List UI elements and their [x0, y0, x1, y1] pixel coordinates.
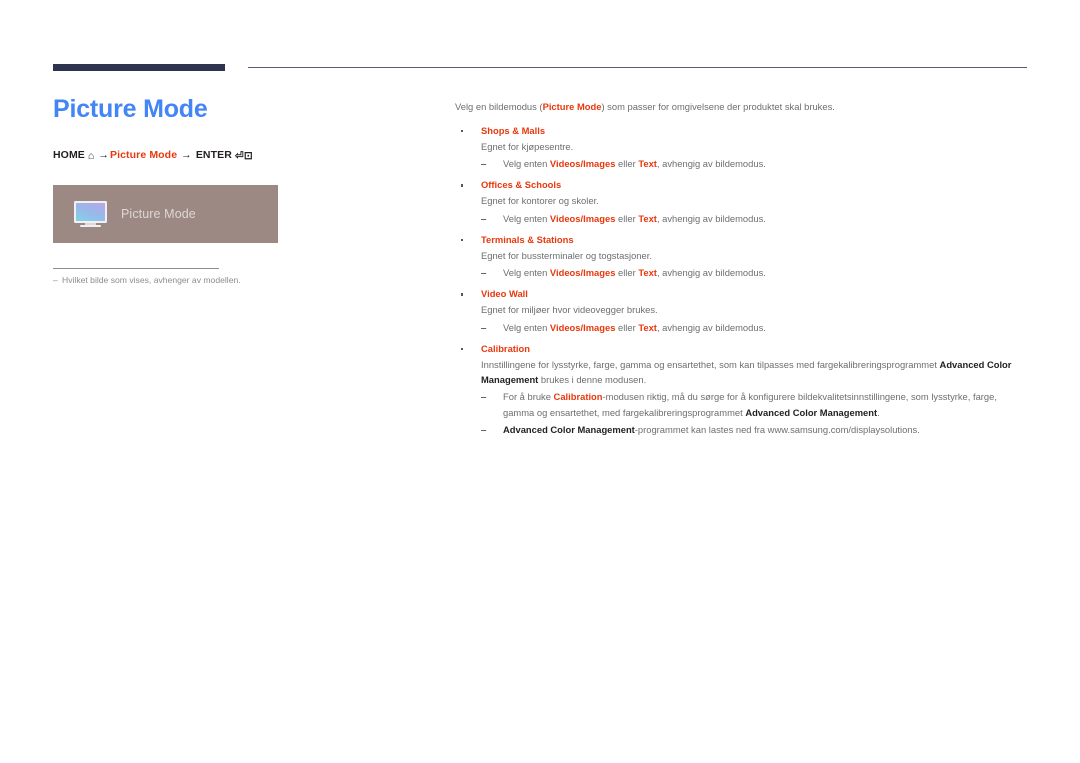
- subnote-term-2: Text: [638, 212, 657, 224]
- subnote-dash: ‒: [481, 157, 487, 169]
- page-title: Picture Mode: [53, 95, 208, 123]
- intro-before: Velg en bildemodus (: [455, 101, 543, 112]
- subnote-mid: eller: [615, 267, 639, 279]
- item-title-text: Terminals & Stations: [481, 233, 574, 245]
- subnote-dash: ‒: [481, 391, 487, 403]
- item-title: Offices & Schools: [455, 178, 1030, 192]
- sub1-part1: For å bruke: [503, 391, 554, 403]
- item-subnote: ‒ Velg enten Videos/Images eller Text, av…: [455, 320, 1030, 335]
- sub1-term: Calibration: [553, 391, 603, 403]
- note-block: ‒ Hvilket bilde som vises, avhenger av mo…: [53, 268, 353, 285]
- enter-key-icon: ⏎⊡: [231, 149, 253, 162]
- list-item: Shops & Malls Egnet for kjøpesentre. ‒ Ve…: [455, 124, 1030, 172]
- subnote-dash: ‒: [481, 321, 487, 333]
- note-dash: ‒: [53, 275, 58, 285]
- subnote-mid: eller: [615, 157, 639, 169]
- subnote-mid: eller: [615, 321, 639, 333]
- bullet-icon: [461, 129, 464, 132]
- subnote-term-1: Videos/Images: [549, 157, 616, 169]
- bullet-icon: [461, 293, 464, 296]
- subnote-tail: , avhengig av bildemodus.: [656, 157, 766, 169]
- subnote-mid: eller: [615, 212, 639, 224]
- subnote-tail: , avhengig av bildemodus.: [656, 267, 766, 279]
- item-subnote: ‒ Velg enten Videos/Images eller Text, av…: [455, 265, 1030, 280]
- subnote-tail: , avhengig av bildemodus.: [656, 321, 766, 333]
- sub1-bold: Advanced Color Management: [745, 406, 878, 418]
- item-title: Terminals & Stations: [455, 233, 1030, 247]
- home-icon: ⌂: [84, 149, 98, 162]
- subnote-term-1: Videos/Images: [549, 267, 616, 279]
- subnote-lead: Velg enten: [503, 267, 550, 279]
- left-column: Picture Mode HOME ⌂ →Picture Mode → ENTE…: [53, 95, 413, 285]
- item-description: Egnet for miljøer hvor videovegger bruke…: [481, 304, 658, 316]
- intro-after: ) som passer for omgivelsene der produkt…: [601, 101, 835, 112]
- item-title: Shops & Malls: [455, 124, 1030, 138]
- sub2-bold: Advanced Color Management: [503, 423, 635, 435]
- manual-page: Picture Mode HOME ⌂ →Picture Mode → ENTE…: [0, 0, 1080, 763]
- item-title: Video Wall: [455, 287, 1030, 301]
- calibration-description: Innstillingene for lysstyrke, farge, gam…: [455, 357, 1030, 387]
- osd-screenshot: Picture Mode: [53, 185, 278, 243]
- breadcrumb-enter-label: ENTER: [195, 148, 232, 161]
- bullet-icon: [461, 347, 464, 351]
- subnote-dash: ‒: [481, 212, 487, 224]
- list-item: Terminals & Stations Egnet for busstermi…: [455, 233, 1030, 281]
- subnote-lead: Velg enten: [503, 321, 550, 333]
- subnote-term-2: Text: [638, 321, 657, 333]
- subnote-dash: ‒: [481, 423, 487, 435]
- breadcrumb-arrow-2: →: [181, 148, 192, 161]
- sub1-part3: .: [877, 406, 880, 418]
- item-title: Calibration: [455, 342, 1030, 356]
- subnote-dash: ‒: [481, 267, 487, 279]
- item-title-text: Offices & Schools: [481, 179, 562, 191]
- breadcrumb: HOME ⌂ →Picture Mode → ENTER ⏎⊡: [53, 149, 413, 162]
- item-description: Egnet for bussterminaler og togstasjoner…: [481, 249, 652, 261]
- calibration-subnote-1: ‒ For å bruke Calibration-modusen riktig,…: [455, 389, 1030, 419]
- item-description: Egnet for kjøpesentre.: [481, 140, 574, 152]
- monitor-icon: [74, 200, 107, 228]
- item-title-text: Shops & Malls: [481, 124, 546, 136]
- subnote-term-1: Videos/Images: [549, 321, 616, 333]
- breadcrumb-current: Picture Mode: [110, 148, 178, 161]
- intro-term: Picture Mode: [542, 101, 602, 112]
- subnote-term-2: Text: [638, 157, 657, 169]
- subnote-tail: , avhengig av bildemodus.: [656, 212, 766, 224]
- list-item: Video Wall Egnet for miljøer hvor videov…: [455, 287, 1030, 335]
- right-column: Velg en bildemodus (Picture Mode) som pa…: [455, 100, 1030, 444]
- intro-paragraph: Velg en bildemodus (Picture Mode) som pa…: [455, 100, 1030, 115]
- header-rule-thick: [53, 64, 225, 71]
- item-title-text: Calibration: [481, 342, 530, 354]
- calibration-desc-part2: brukes i denne modusen.: [538, 374, 647, 386]
- header-rule-thin: [248, 67, 1027, 68]
- calibration-subnote-2: ‒ Advanced Color Management-programmet ka…: [455, 422, 1030, 437]
- note-body: Hvilket bilde som vises, avhenger av mod…: [62, 275, 241, 285]
- bullet-icon: [461, 238, 464, 242]
- bullet-icon: [461, 184, 464, 187]
- sub2-text: -programmet kan lastes ned fra www.samsu…: [634, 423, 920, 435]
- subnote-term-2: Text: [638, 267, 657, 279]
- item-subnote: ‒ Velg enten Videos/Images eller Text, av…: [455, 211, 1030, 226]
- subnote-lead: Velg enten: [503, 157, 550, 169]
- list-item: Offices & Schools Egnet for kontorer og …: [455, 178, 1030, 226]
- osd-screenshot-label: Picture Mode: [121, 207, 196, 221]
- calibration-desc-part1: Innstillingene for lysstyrke, farge, gam…: [481, 359, 940, 370]
- note-divider: [53, 268, 219, 269]
- item-subnote: ‒ Velg enten Videos/Images eller Text, av…: [455, 156, 1030, 171]
- note-text: ‒ Hvilket bilde som vises, avhenger av mo…: [53, 275, 353, 285]
- breadcrumb-arrow-1: →: [98, 148, 109, 161]
- item-description: Egnet for kontorer og skoler.: [481, 195, 599, 207]
- header-rules: [53, 64, 1027, 74]
- list-item-calibration: Calibration Innstillingene for lysstyrke…: [455, 342, 1030, 437]
- item-title-text: Video Wall: [481, 288, 528, 300]
- subnote-lead: Velg enten: [503, 212, 550, 224]
- breadcrumb-home-label: HOME: [53, 148, 85, 161]
- subnote-term-1: Videos/Images: [549, 212, 616, 224]
